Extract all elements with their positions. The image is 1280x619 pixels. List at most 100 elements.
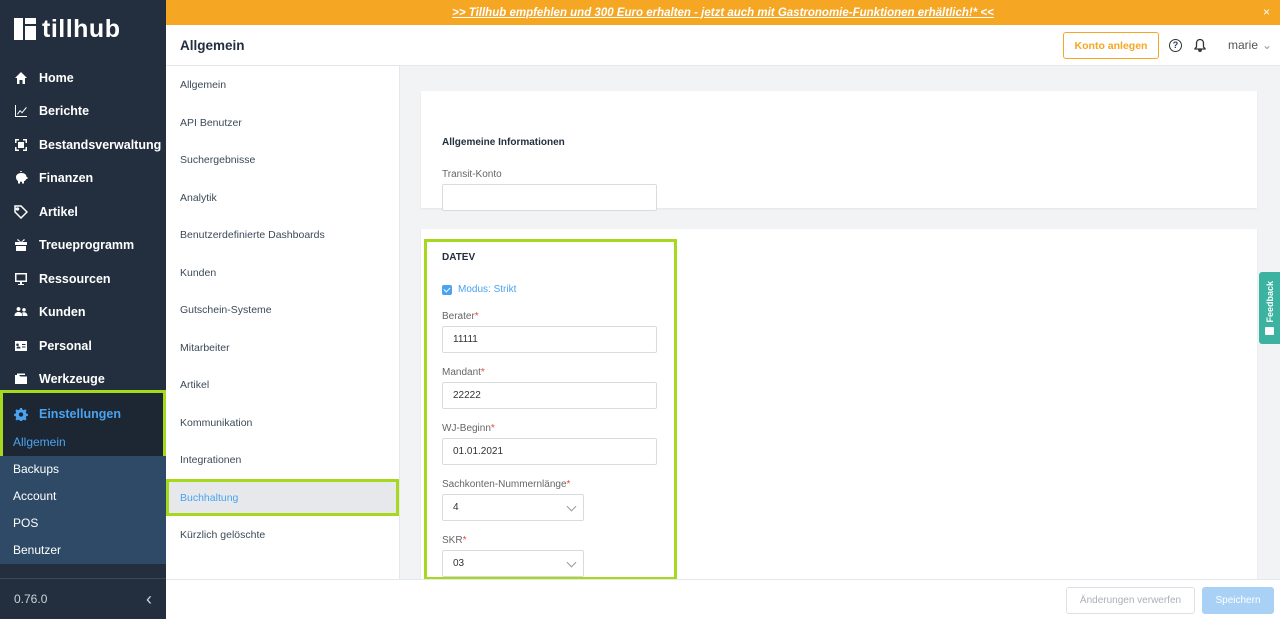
nav-item-treueprogramm[interactable]: Treueprogramm bbox=[0, 229, 166, 263]
gear-icon bbox=[14, 408, 28, 421]
transit-konto-input[interactable] bbox=[442, 184, 657, 211]
nav-label: Ressourcen bbox=[39, 271, 111, 286]
berater-input[interactable]: 11111 bbox=[442, 326, 657, 353]
gift-icon bbox=[15, 239, 27, 252]
chevron-down-icon bbox=[566, 557, 577, 568]
discard-changes-button[interactable]: Änderungen verwerfen bbox=[1066, 587, 1195, 614]
main-content: Allgemeine Informationen Transit-Konto D… bbox=[400, 66, 1280, 579]
mandant-input[interactable]: 22222 bbox=[442, 382, 657, 409]
settings-subitem-pos[interactable]: POS bbox=[0, 510, 166, 537]
feedback-tab[interactable]: Feedback bbox=[1259, 272, 1280, 344]
card-title: Allgemeine Informationen bbox=[442, 137, 565, 148]
monitor-icon bbox=[15, 272, 27, 285]
logo-mark-icon bbox=[14, 18, 36, 40]
sachkonten-value: 4 bbox=[453, 502, 459, 513]
nav-label: Kunden bbox=[39, 305, 86, 320]
sachkonten-select[interactable]: 4 bbox=[442, 494, 584, 521]
nav-item-kunden[interactable]: Kunden bbox=[0, 296, 166, 330]
datev-title: DATEV bbox=[442, 252, 476, 263]
skr-label: SKR* bbox=[442, 535, 467, 546]
subnav-item-mitarbeiter[interactable]: Mitarbeiter bbox=[166, 329, 399, 367]
datev-card: DATEV Modus: Strikt Berater* 11111 Manda… bbox=[421, 229, 1257, 579]
nav-label: Artikel bbox=[39, 204, 78, 219]
save-button[interactable]: Speichern bbox=[1202, 587, 1274, 614]
nav-label: Einstellungen bbox=[39, 407, 121, 421]
wj-beginn-input[interactable]: 01.01.2021 bbox=[442, 438, 657, 465]
settings-subitem-account[interactable]: Account bbox=[0, 483, 166, 510]
nav-item-finanzen[interactable]: Finanzen bbox=[0, 162, 166, 196]
comment-icon bbox=[1265, 326, 1274, 335]
mandant-label: Mandant* bbox=[442, 367, 485, 378]
settings-subitem-allgemein[interactable]: Allgemein bbox=[3, 432, 163, 452]
modus-strikt-label[interactable]: Modus: Strikt bbox=[458, 284, 516, 295]
subnav-item-kuerzlich-geloeschte[interactable]: Kürzlich gelöschte bbox=[166, 516, 399, 554]
konto-anlegen-button[interactable]: Konto anlegen bbox=[1063, 32, 1159, 59]
home-icon bbox=[15, 71, 27, 84]
page-header: Allgemein Konto anlegen ? marie ⌄ bbox=[166, 25, 1280, 66]
settings-section: Einstellungen Allgemein bbox=[0, 390, 166, 463]
settings-subitem-backups[interactable]: Backups bbox=[0, 456, 166, 483]
nav-label: Treueprogramm bbox=[39, 238, 135, 253]
nav-item-ressourcen[interactable]: Ressourcen bbox=[0, 262, 166, 296]
transit-konto-label: Transit-Konto bbox=[442, 169, 502, 180]
promo-link[interactable]: >> Tillhub empfehlen und 300 Euro erhalt… bbox=[452, 7, 994, 19]
chevron-down-icon: ⌄ bbox=[1262, 38, 1273, 52]
feedback-label: Feedback bbox=[1264, 281, 1275, 323]
wj-beginn-label: WJ-Beginn* bbox=[442, 423, 495, 434]
general-info-card: Allgemeine Informationen Transit-Konto bbox=[421, 91, 1257, 211]
nav-label: Personal bbox=[39, 338, 92, 353]
id-card-icon bbox=[15, 340, 27, 351]
modus-strikt-checkbox[interactable] bbox=[442, 285, 452, 295]
close-icon[interactable]: × bbox=[1263, 5, 1270, 19]
piggy-bank-icon bbox=[16, 171, 28, 184]
sidebar: tillhub Home Berichte Bestandsverwaltung… bbox=[0, 0, 166, 619]
nav-label: Home bbox=[39, 70, 74, 85]
nav-item-einstellungen[interactable]: Einstellungen bbox=[3, 396, 163, 432]
bell-icon[interactable] bbox=[1193, 38, 1207, 52]
nav-item-berichte[interactable]: Berichte bbox=[0, 95, 166, 129]
nav-label: Finanzen bbox=[39, 171, 94, 186]
subnav-item-dashboards[interactable]: Benutzerdefinierte Dashboards bbox=[166, 216, 399, 254]
main-nav: Home Berichte Bestandsverwaltung Finanze… bbox=[0, 61, 166, 396]
action-footer: Änderungen verwerfen Speichern bbox=[166, 579, 1280, 619]
skr-value: 03 bbox=[453, 558, 465, 569]
datev-section: DATEV Modus: Strikt Berater* 11111 Manda… bbox=[424, 239, 677, 579]
nav-label: Bestandsverwaltung bbox=[39, 137, 162, 152]
skr-select[interactable]: 03 bbox=[442, 550, 584, 577]
settings-subnav: Allgemein API Benutzer Suchergebnisse An… bbox=[166, 66, 400, 579]
sachkonten-label: Sachkonten-Nummernlänge* bbox=[442, 479, 571, 490]
settings-subitems: Backups Account POS Benutzer bbox=[0, 456, 166, 564]
subnav-item-artikel[interactable]: Artikel bbox=[166, 366, 399, 404]
user-menu[interactable]: marie ⌄ bbox=[1228, 38, 1272, 52]
sidebar-footer: 0.76.0 ‹ bbox=[0, 578, 166, 619]
tillhub-logo[interactable]: tillhub bbox=[14, 14, 121, 43]
folder-icon bbox=[15, 373, 27, 385]
nav-item-home[interactable]: Home bbox=[0, 61, 166, 95]
subnav-item-allgemein[interactable]: Allgemein bbox=[166, 66, 399, 104]
page-title: Allgemein bbox=[180, 38, 245, 53]
help-icon[interactable]: ? bbox=[1169, 39, 1182, 52]
user-name: marie bbox=[1228, 38, 1259, 52]
tag-icon bbox=[14, 205, 28, 219]
subnav-item-analytik[interactable]: Analytik bbox=[166, 179, 399, 217]
berater-label: Berater* bbox=[442, 311, 479, 322]
settings-subitem-benutzer[interactable]: Benutzer bbox=[0, 537, 166, 564]
nav-item-bestandsverwaltung[interactable]: Bestandsverwaltung bbox=[0, 128, 166, 162]
subnav-item-api-benutzer[interactable]: API Benutzer bbox=[166, 104, 399, 142]
nav-label: Werkzeuge bbox=[39, 372, 105, 387]
subnav-item-kunden[interactable]: Kunden bbox=[166, 254, 399, 292]
inventory-icon bbox=[15, 138, 27, 151]
subnav-item-buchhaltung[interactable]: Buchhaltung bbox=[166, 478, 399, 516]
subnav-item-kommunikation[interactable]: Kommunikation bbox=[166, 404, 399, 442]
collapse-sidebar-icon[interactable]: ‹ bbox=[146, 589, 152, 610]
chart-icon bbox=[15, 105, 27, 118]
subnav-item-integrationen[interactable]: Integrationen bbox=[166, 441, 399, 479]
people-icon bbox=[14, 307, 28, 317]
subnav-item-suchergebnisse[interactable]: Suchergebnisse bbox=[166, 141, 399, 179]
subnav-item-gutschein-systeme[interactable]: Gutschein-Systeme bbox=[166, 291, 399, 329]
logo-text: tillhub bbox=[42, 14, 121, 43]
chevron-down-icon bbox=[566, 501, 577, 512]
nav-item-personal[interactable]: Personal bbox=[0, 329, 166, 363]
promo-banner: >> Tillhub empfehlen und 300 Euro erhalt… bbox=[166, 0, 1280, 25]
nav-item-artikel[interactable]: Artikel bbox=[0, 195, 166, 229]
